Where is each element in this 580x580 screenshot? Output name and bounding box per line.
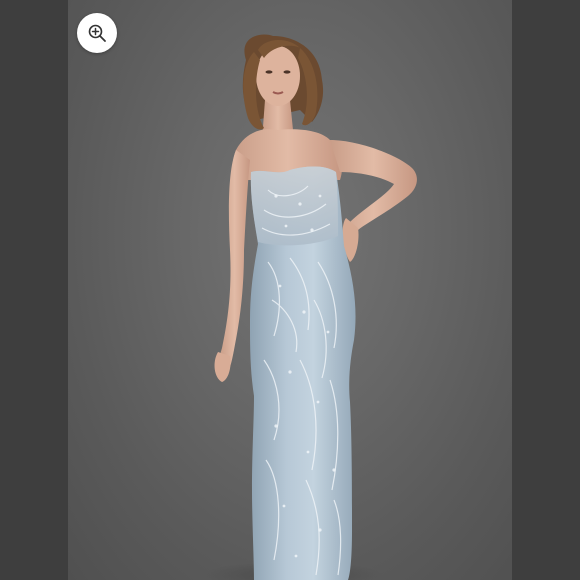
right-letterbox (512, 0, 580, 580)
image-viewer (0, 0, 580, 580)
zoom-button[interactable] (77, 13, 117, 53)
model-illustration (203, 34, 417, 580)
left-letterbox (0, 0, 68, 580)
zoom-in-icon (88, 24, 106, 42)
product-photo[interactable] (68, 0, 512, 580)
